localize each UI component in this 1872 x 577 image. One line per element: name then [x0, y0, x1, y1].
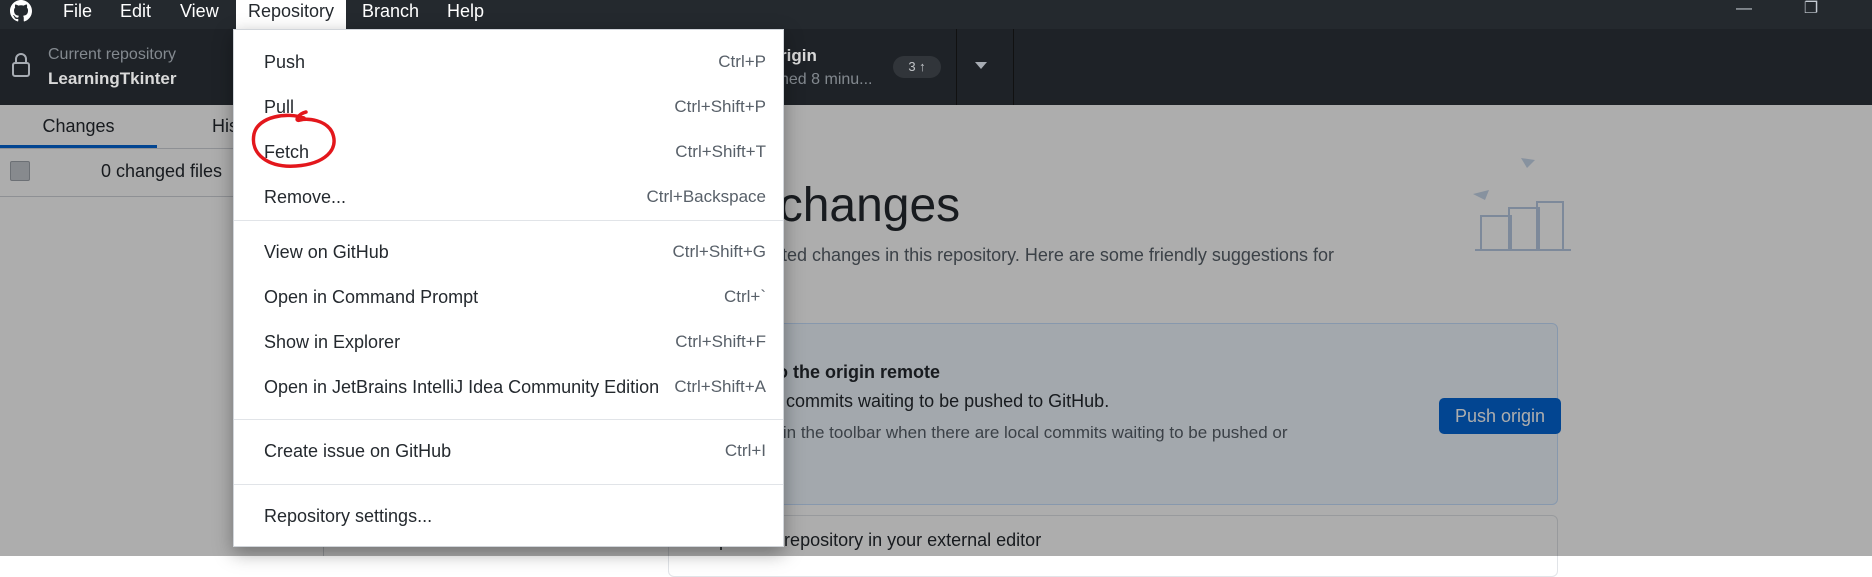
menu-item-create-issue[interactable]: Create issue on GitHub Ctrl+I — [234, 430, 783, 474]
github-logo-icon[interactable] — [6, 0, 36, 22]
menu-file[interactable]: File — [63, 0, 92, 29]
menu-item-remove[interactable]: Remove... Ctrl+Backspace — [234, 176, 783, 220]
menu-separator — [234, 484, 783, 485]
menu-item-open-in-editor[interactable]: Open in JetBrains IntelliJ Idea Communit… — [234, 366, 783, 410]
menu-item-view-on-github[interactable]: View on GitHub Ctrl+Shift+G — [234, 231, 783, 275]
menu-item-shortcut: Ctrl+Shift+P — [674, 97, 766, 116]
menu-item-shortcut: Ctrl+I — [724, 441, 766, 460]
menu-separator — [234, 220, 783, 221]
menu-item-repository-settings[interactable]: Repository settings... — [234, 495, 783, 539]
menu-item-label: Open in Command Prompt — [264, 287, 479, 307]
menu-item-label: Push — [264, 52, 306, 72]
menu-item-label: Create issue on GitHub — [264, 441, 452, 461]
menu-item-shortcut: Ctrl+Shift+T — [675, 142, 766, 161]
menu-view[interactable]: View — [180, 0, 219, 29]
menu-item-shortcut: Ctrl+Shift+G — [672, 242, 766, 261]
repository-menu: Push Ctrl+P Pull Ctrl+Shift+P Fetch Ctrl… — [233, 29, 784, 547]
menu-item-shortcut: Ctrl+` — [723, 287, 766, 306]
menu-help[interactable]: Help — [447, 0, 484, 29]
menu-item-shortcut: Ctrl+P — [718, 52, 766, 71]
menu-item-label: Show in Explorer — [264, 332, 401, 352]
menu-item-label: View on GitHub — [264, 242, 389, 262]
menu-item-label: Open in JetBrains IntelliJ Idea Communit… — [264, 377, 660, 397]
menu-item-show-in-explorer[interactable]: Show in Explorer Ctrl+Shift+F — [234, 321, 783, 365]
menu-edit[interactable]: Edit — [120, 0, 151, 29]
restore-icon[interactable]: ❐ — [1791, 0, 1831, 22]
menu-item-shortcut: Ctrl+Shift+F — [675, 332, 766, 351]
red-circle-annotation — [251, 110, 336, 168]
menu-separator — [234, 419, 783, 420]
menu-item-label: Repository settings... — [264, 506, 433, 526]
app-menubar: File Edit View Repository Branch Help — … — [0, 0, 1872, 29]
menu-item-label: Remove... — [264, 187, 347, 207]
menu-item-shortcut: Ctrl+Shift+A — [674, 377, 766, 396]
menu-item-shortcut: Ctrl+Backspace — [646, 187, 766, 206]
menu-branch[interactable]: Branch — [362, 0, 419, 29]
menu-item-open-command-prompt[interactable]: Open in Command Prompt Ctrl+` — [234, 276, 783, 320]
menu-repository[interactable]: Repository — [236, 0, 347, 29]
minimize-icon[interactable]: — — [1724, 0, 1764, 22]
menu-item-push[interactable]: Push Ctrl+P — [234, 41, 783, 85]
